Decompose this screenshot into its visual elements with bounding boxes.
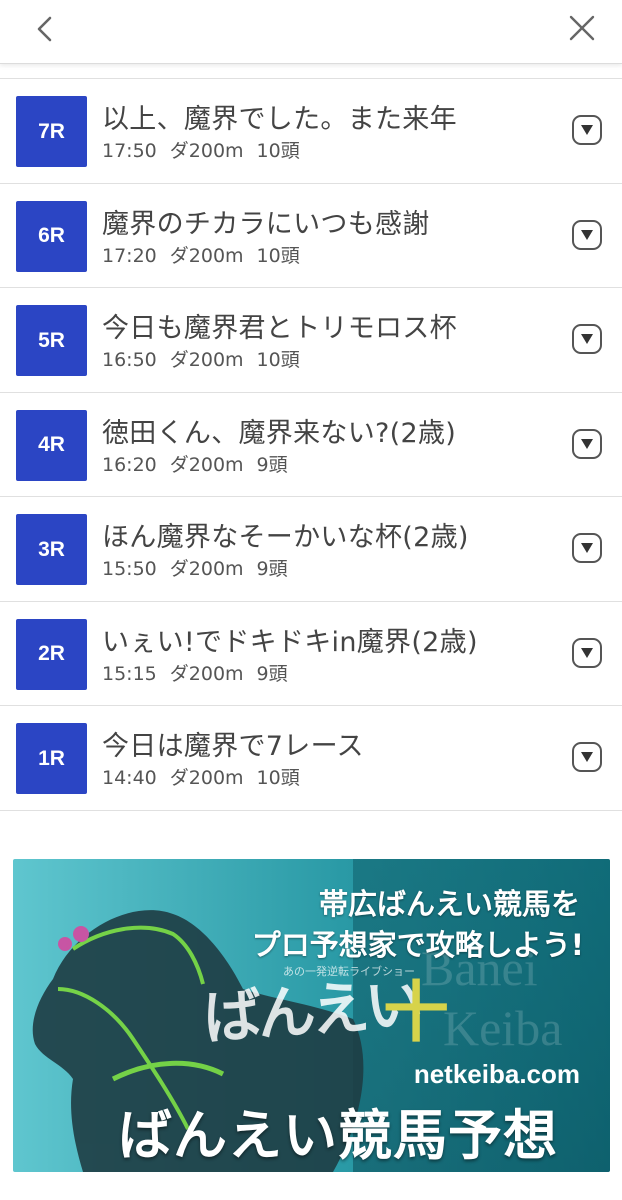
expand-button[interactable]: [572, 324, 602, 354]
expand-button[interactable]: [572, 219, 602, 250]
race-row[interactable]: 3R ほん魔界なそーかいな杯(2歳) 15:50 ダ200m 9頭: [0, 497, 622, 602]
logo-kanji: 十: [383, 973, 449, 1051]
race-number-badge: 2R: [16, 618, 87, 690]
ad-banner[interactable]: Banei Keiba あの一発逆転ライブショー ばんえい 十 帯広ばんえい競馬…: [13, 859, 610, 1172]
race-meta: 15:15 ダ200m 9頭: [102, 659, 301, 686]
chevron-left-icon: [37, 16, 52, 42]
race-meta: 15:50 ダ200m 9頭: [102, 554, 301, 581]
triangle-down-icon: [581, 229, 593, 240]
triangle-down-icon: [581, 125, 593, 135]
watermark-text: Keiba: [443, 1000, 563, 1056]
banner-tagline: 帯広ばんえい競馬を: [318, 887, 580, 921]
race-number-badge: 3R: [16, 514, 87, 585]
race-meta: 14:40 ダ200m 10頭: [102, 763, 313, 790]
race-title: ほん魔界なそーかいな杯(2歳): [102, 522, 469, 553]
banner-tagline: プロ予想家で攻略しよう!: [251, 928, 584, 962]
race-course: ダ200m: [169, 453, 244, 476]
race-row[interactable]: 6R 魔界のチカラにいつも感謝 17:20 ダ200m 10頭: [0, 184, 622, 288]
race-runners: 10頭: [256, 349, 300, 371]
banner-domain: netkeiba.com: [413, 1059, 580, 1089]
race-number-badge: 6R: [16, 200, 87, 272]
race-row[interactable]: 5R 今日も魔界君とトリモロス杯 16:50 ダ200m 10頭: [0, 288, 622, 393]
race-title: いぇい!でドキドキin魔界(2歳): [102, 626, 478, 658]
race-number-badge: 4R: [16, 409, 87, 481]
race-runners: 9頭: [256, 558, 288, 580]
expand-button[interactable]: [572, 637, 602, 668]
expand-button[interactable]: [572, 115, 602, 145]
race-number-badge: 7R: [16, 96, 87, 167]
triangle-down-icon: [581, 752, 593, 762]
race-number-badge: 5R: [16, 305, 87, 376]
expand-button[interactable]: [572, 742, 602, 772]
triangle-down-icon: [581, 334, 593, 344]
race-row[interactable]: 1R 今日は魔界で7レース 14:40 ダ200m 10頭: [0, 706, 622, 811]
race-title: 魔界のチカラにいつも感謝: [102, 208, 430, 240]
race-runners: 10頭: [256, 244, 300, 267]
banner-headline: ばんえい競馬予想: [118, 1104, 558, 1167]
race-course: ダ200m: [169, 349, 244, 371]
back-button[interactable]: [26, 10, 66, 50]
race-title: 今日も魔界君とトリモロス杯: [102, 313, 457, 344]
race-course: ダ200m: [169, 244, 244, 267]
race-time: 17:20: [102, 244, 157, 267]
race-runners: 9頭: [256, 453, 288, 476]
close-button[interactable]: [562, 10, 602, 50]
race-title: 徳田くん、魔界来ない?(2歳): [102, 417, 457, 449]
triangle-down-icon: [581, 543, 593, 553]
race-meta: 17:50 ダ200m 10頭: [102, 136, 313, 163]
top-bar: [0, 0, 622, 64]
race-time: 15:50: [102, 558, 157, 580]
race-row[interactable]: 7R 以上、魔界でした。また来年 17:50 ダ200m 10頭: [0, 79, 622, 184]
race-meta: 16:20 ダ200m 9頭: [102, 450, 301, 477]
race-time: 16:20: [102, 453, 157, 476]
race-runners: 9頭: [256, 662, 288, 685]
race-title: 以上、魔界でした。また来年: [102, 104, 457, 135]
race-meta: 17:20 ダ200m 10頭: [102, 241, 313, 268]
race-time: 16:50: [102, 349, 157, 371]
race-list: 7R 以上、魔界でした。また来年 17:50 ダ200m 10頭 6R 魔界のチカラ…: [0, 78, 622, 811]
close-icon: [569, 15, 595, 41]
race-meta: 16:50 ダ200m 10頭: [102, 345, 313, 372]
race-runners: 10頭: [256, 140, 300, 162]
expand-button[interactable]: [572, 428, 602, 459]
race-course: ダ200m: [169, 767, 244, 789]
race-title: 今日は魔界で7レース: [102, 731, 364, 762]
race-time: 15:15: [102, 662, 157, 685]
race-row[interactable]: 4R 徳田くん、魔界来ない?(2歳) 16:20 ダ200m 9頭: [0, 393, 622, 497]
expand-button[interactable]: [572, 533, 602, 563]
race-time: 17:50: [102, 140, 157, 162]
triangle-down-icon: [581, 647, 593, 658]
race-course: ダ200m: [169, 662, 244, 685]
race-time: 14:40: [102, 767, 157, 789]
race-course: ダ200m: [169, 140, 244, 162]
race-runners: 10頭: [256, 767, 300, 789]
triangle-down-icon: [581, 438, 593, 449]
race-number-badge: 1R: [16, 723, 87, 794]
race-course: ダ200m: [169, 558, 244, 580]
race-row[interactable]: 2R いぇい!でドキドキin魔界(2歳) 15:15 ダ200m 9頭: [0, 602, 622, 706]
